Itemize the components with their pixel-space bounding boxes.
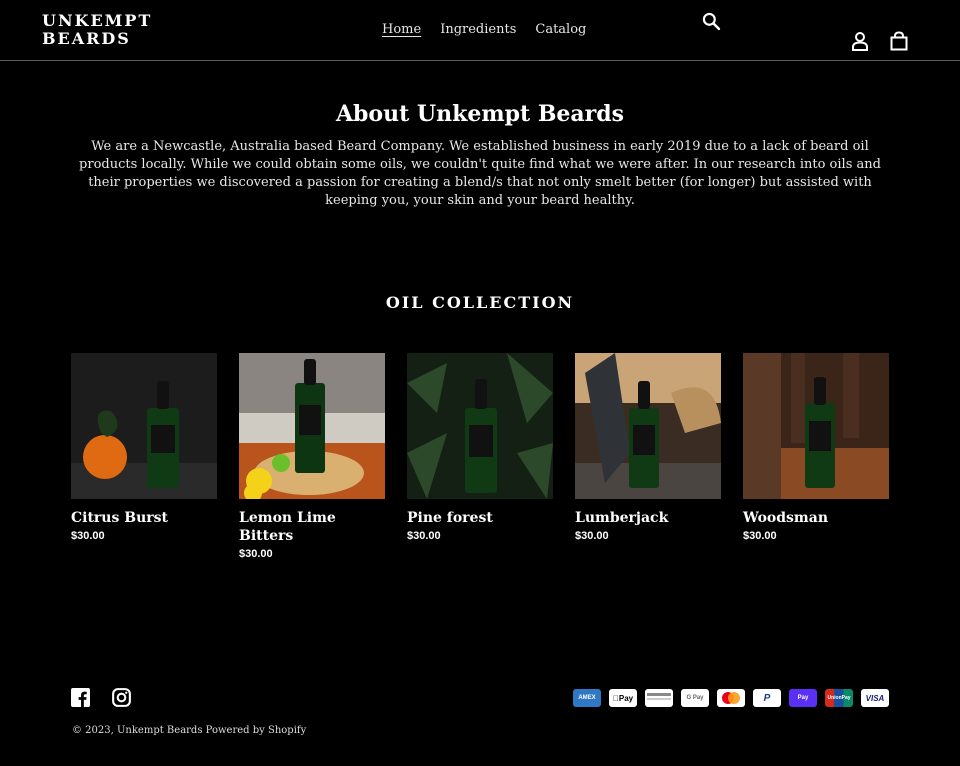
product-price: $30.00 [407, 530, 441, 542]
instagram-icon[interactable] [112, 688, 131, 707]
account-icon[interactable] [851, 31, 869, 51]
product-price: $30.00 [743, 530, 777, 542]
google-pay-icon: G Pay [681, 689, 709, 707]
logo-line2: BEARDS [42, 29, 131, 48]
facebook-icon[interactable] [71, 688, 90, 707]
union-pay-icon: UnionPay [825, 689, 853, 707]
product-name[interactable]: Woodsman [743, 509, 889, 527]
product-image-pine-forest[interactable] [407, 353, 553, 499]
cart-icon[interactable] [890, 31, 908, 51]
product-price: $30.00 [239, 548, 273, 560]
main-nav: Home Ingredients Catalog [382, 21, 586, 38]
product-image-citrus-burst[interactable] [71, 353, 217, 499]
store-link[interactable]: Unkempt Beards [117, 725, 202, 736]
product-card[interactable]: Pine forest $30.00 [407, 353, 553, 542]
nav-home[interactable]: Home [382, 21, 421, 38]
product-price: $30.00 [575, 530, 609, 542]
nav-catalog[interactable]: Catalog [535, 21, 586, 38]
powered-by-link[interactable]: Powered by Shopify [206, 725, 307, 736]
payment-icons: AMEX Pay G Pay P Pay UnionPay VISA [573, 689, 889, 707]
site-logo[interactable]: UNKEMPT BEARDS [42, 12, 152, 48]
visa-icon: VISA [861, 689, 889, 707]
site-header: UNKEMPT BEARDS Home Ingredients Catalog [0, 0, 960, 61]
product-name[interactable]: Lemon Lime Bitters [239, 509, 385, 545]
copyright-prefix: © 2023, [72, 725, 114, 736]
product-card[interactable]: Lumberjack $30.00 [575, 353, 721, 542]
product-image-woodsman[interactable] [743, 353, 889, 499]
about-title: About Unkempt Beards [335, 101, 625, 127]
product-image-lumberjack[interactable] [575, 353, 721, 499]
product-name[interactable]: Citrus Burst [71, 509, 217, 527]
product-name[interactable]: Pine forest [407, 509, 553, 527]
collection-title: OIL COLLECTION [385, 293, 575, 312]
product-price: $30.00 [71, 530, 105, 542]
copyright: © 2023, Unkempt Beards Powered by Shopif… [72, 725, 306, 736]
social-links [71, 688, 131, 707]
amex-icon: AMEX [573, 689, 601, 707]
paypal-icon: P [753, 689, 781, 707]
logo-line1: UNKEMPT [42, 11, 153, 30]
product-card[interactable]: Woodsman $30.00 [743, 353, 889, 542]
search-icon[interactable] [701, 11, 721, 31]
shop-pay-icon: Pay [789, 689, 817, 707]
diners-club-icon [645, 689, 673, 707]
product-card[interactable]: Citrus Burst $30.00 [71, 353, 217, 542]
about-text: We are a Newcastle, Australia based Bear… [79, 139, 881, 208]
apple-pay-icon: Pay [609, 689, 637, 707]
product-card[interactable]: Lemon Lime Bitters $30.00 [239, 353, 385, 560]
product-image-lemon-lime-bitters[interactable] [239, 353, 385, 499]
product-name[interactable]: Lumberjack [575, 509, 721, 527]
mastercard-icon [717, 689, 745, 707]
nav-ingredients[interactable]: Ingredients [440, 21, 516, 38]
